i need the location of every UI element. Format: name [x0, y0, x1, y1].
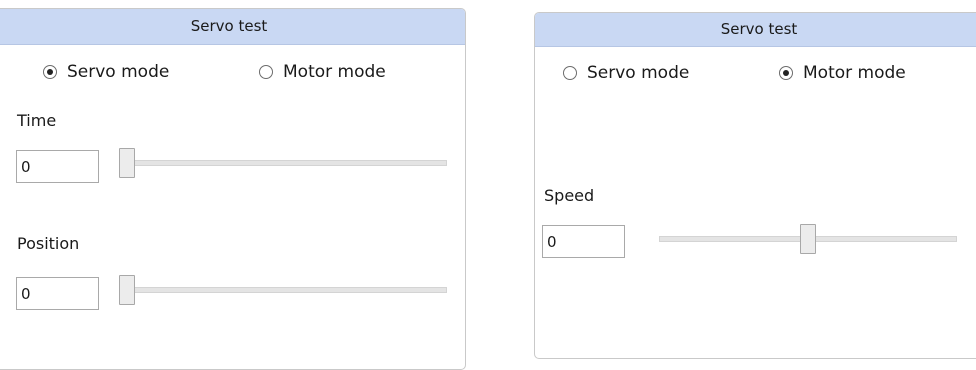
- servo-test-panel-motor: Servo test Servo mode Motor mode Speed: [534, 12, 976, 359]
- slider-thumb[interactable]: [119, 148, 135, 178]
- panel-header-title: Servo test: [535, 13, 976, 47]
- time-input[interactable]: [16, 150, 99, 183]
- motor-mode-radio[interactable]: Motor mode: [779, 63, 906, 83]
- speed-label: Speed: [544, 186, 595, 205]
- motor-mode-radio[interactable]: Motor mode: [259, 62, 386, 82]
- slider-track: [119, 287, 447, 293]
- radio-indicator-icon: [259, 65, 273, 79]
- slider-track: [119, 160, 447, 166]
- speed-slider[interactable]: [659, 224, 957, 254]
- motor-mode-label: Motor mode: [283, 62, 386, 82]
- position-slider[interactable]: [119, 275, 447, 305]
- servo-mode-label: Servo mode: [67, 62, 170, 82]
- radio-indicator-icon: [43, 65, 57, 79]
- time-label: Time: [17, 111, 57, 130]
- motor-mode-label: Motor mode: [803, 63, 906, 83]
- servo-test-panel-servo: Servo test Servo mode Motor mode Time Po…: [0, 8, 466, 370]
- panel-header-title: Servo test: [0, 9, 465, 45]
- time-slider[interactable]: [119, 148, 447, 178]
- servo-mode-label: Servo mode: [587, 63, 690, 83]
- position-label: Position: [17, 234, 80, 253]
- servo-mode-radio[interactable]: Servo mode: [563, 63, 689, 83]
- speed-input[interactable]: [542, 225, 625, 258]
- radio-indicator-icon: [779, 66, 793, 80]
- servo-mode-radio[interactable]: Servo mode: [43, 62, 169, 82]
- radio-indicator-icon: [563, 66, 577, 80]
- slider-thumb[interactable]: [119, 275, 135, 305]
- position-input[interactable]: [16, 277, 99, 310]
- slider-thumb[interactable]: [800, 224, 816, 254]
